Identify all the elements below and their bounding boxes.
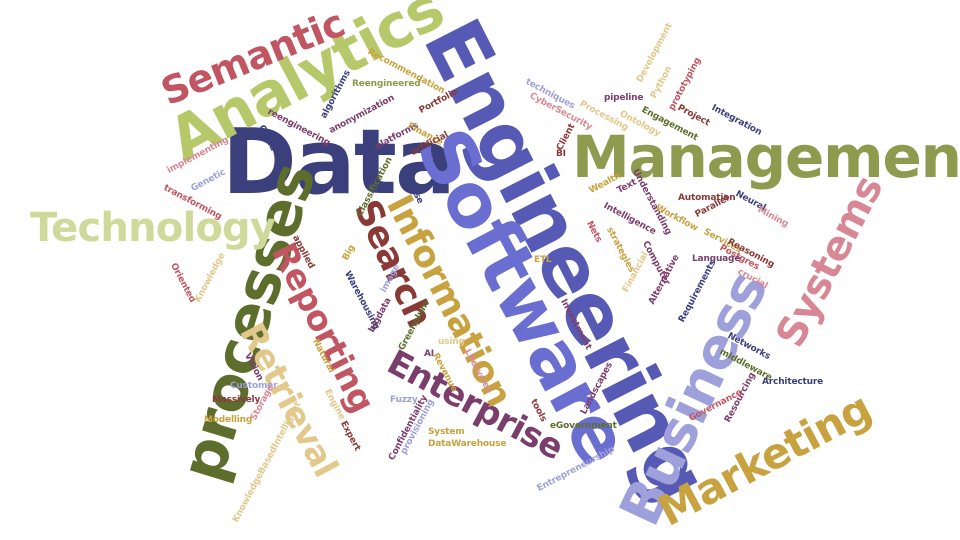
word-etl: ETL <box>534 255 552 265</box>
word-systems: Systems <box>767 168 893 355</box>
word-prototyping: prototyping <box>667 56 704 113</box>
word-architecture: Architecture <box>762 377 824 387</box>
word-modelling: Modelling <box>204 415 253 425</box>
word-python: Python <box>649 64 675 101</box>
word-bi: BI <box>556 149 566 159</box>
word-system: System <box>428 427 465 437</box>
word-technology: Technology <box>30 205 276 251</box>
word-cloud: Data Engineering Software Management Ana… <box>0 0 960 540</box>
word-fuzzy: Fuzzy <box>390 395 418 405</box>
word-management: Management <box>572 123 960 191</box>
word-oriented: Oriented <box>168 261 198 305</box>
word-reengineered: Reengineered <box>352 79 421 89</box>
word-datawarehouse: DataWarehouse <box>428 439 507 449</box>
word-massively: Massively <box>212 395 261 405</box>
word-big: Big <box>341 243 358 263</box>
word-pipeline: pipeline <box>604 93 644 103</box>
word-using: using <box>438 337 465 347</box>
word-mining: Mining <box>755 205 790 230</box>
word-expert: Expert <box>338 419 362 453</box>
word-egovernment: eGovernment <box>550 421 617 431</box>
